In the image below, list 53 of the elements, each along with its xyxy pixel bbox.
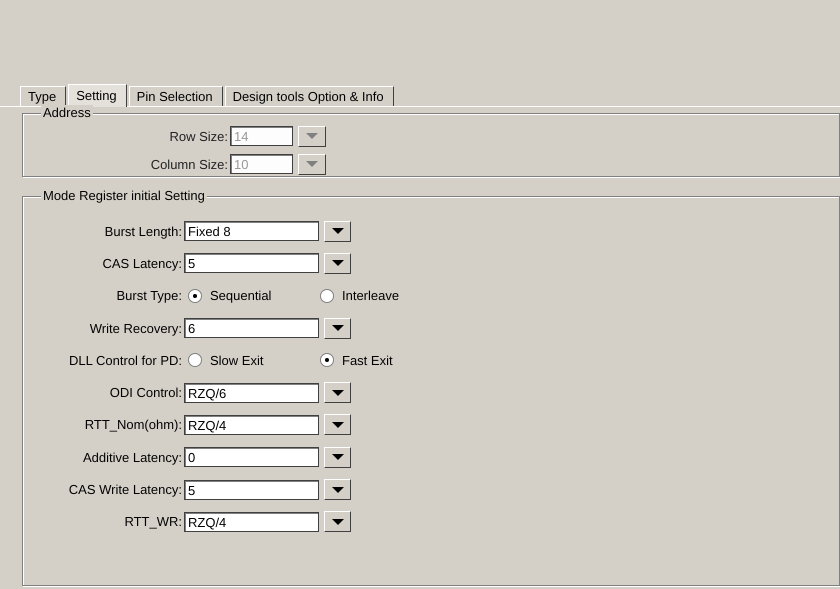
dropdown-field[interactable]: 0 xyxy=(184,447,319,468)
dropdown-button[interactable] xyxy=(324,318,351,339)
caret-icon xyxy=(305,160,319,168)
radio-button[interactable] xyxy=(320,353,334,368)
tab[interactable]: Setting xyxy=(68,84,127,107)
dropdown-button[interactable] xyxy=(324,382,351,404)
field-label: DLL Control for PD: xyxy=(68,352,183,368)
dropdown-button[interactable] xyxy=(324,414,351,436)
field-label: Burst Length: xyxy=(104,224,183,239)
radio-label[interactable]: Fast Exit xyxy=(342,352,393,368)
dropdown-button[interactable] xyxy=(324,446,351,468)
field-label: CAS Latency: xyxy=(102,256,183,271)
field-label: CAS Write Latency: xyxy=(68,482,183,498)
radio-label[interactable]: Interleave xyxy=(342,288,400,304)
radio-label[interactable]: Slow Exit xyxy=(210,352,264,368)
dropdown-button[interactable] xyxy=(298,126,326,146)
caret-icon xyxy=(330,259,344,268)
dropdown-button[interactable] xyxy=(324,252,351,274)
radio-button[interactable] xyxy=(320,288,334,303)
tab[interactable]: Pin Selection xyxy=(128,86,223,106)
dropdown-button[interactable] xyxy=(298,154,326,174)
tab[interactable]: Design tools Option & Info xyxy=(224,86,394,106)
radio-label[interactable]: Sequential xyxy=(210,288,272,304)
dropdown-field[interactable]: RZQ/4 xyxy=(184,512,319,532)
field-label: Write Recovery: xyxy=(88,320,183,336)
caret-icon xyxy=(330,518,344,526)
dropdown-button[interactable] xyxy=(324,511,351,532)
caret-icon xyxy=(330,324,344,332)
dropdown-field[interactable]: 5 xyxy=(184,480,319,500)
field-label: ODI Control: xyxy=(108,385,183,400)
dropdown-button[interactable] xyxy=(324,479,351,500)
dropdown-field[interactable]: RZQ/6 xyxy=(184,382,319,403)
dropdown-button[interactable] xyxy=(324,220,351,242)
field-label: Row Size: xyxy=(168,128,229,144)
dropdown-field[interactable]: Fixed 8 xyxy=(184,221,319,242)
field-label: RTT_WR: xyxy=(123,514,183,530)
tab[interactable]: Type xyxy=(20,86,66,106)
field-label: RTT_Nom(ohm): xyxy=(84,417,183,432)
dropdown-field[interactable]: 5 xyxy=(184,253,319,274)
caret-icon xyxy=(330,227,344,236)
caret-icon xyxy=(330,388,344,397)
field-label: Additive Latency: xyxy=(82,450,183,465)
caret-icon xyxy=(330,486,344,494)
dropdown-field[interactable]: 6 xyxy=(184,318,319,338)
caret-icon xyxy=(330,420,344,429)
dropdown-field[interactable]: RZQ/4 xyxy=(184,414,319,435)
field-label: Column Size: xyxy=(150,156,229,172)
group-title: Mode Register initial Setting xyxy=(41,188,207,204)
field-label: Burst Type: xyxy=(115,288,183,304)
caret-icon xyxy=(330,453,344,462)
caret-icon xyxy=(305,132,319,140)
radio-button[interactable] xyxy=(188,288,202,303)
radio-button[interactable] xyxy=(188,353,202,368)
